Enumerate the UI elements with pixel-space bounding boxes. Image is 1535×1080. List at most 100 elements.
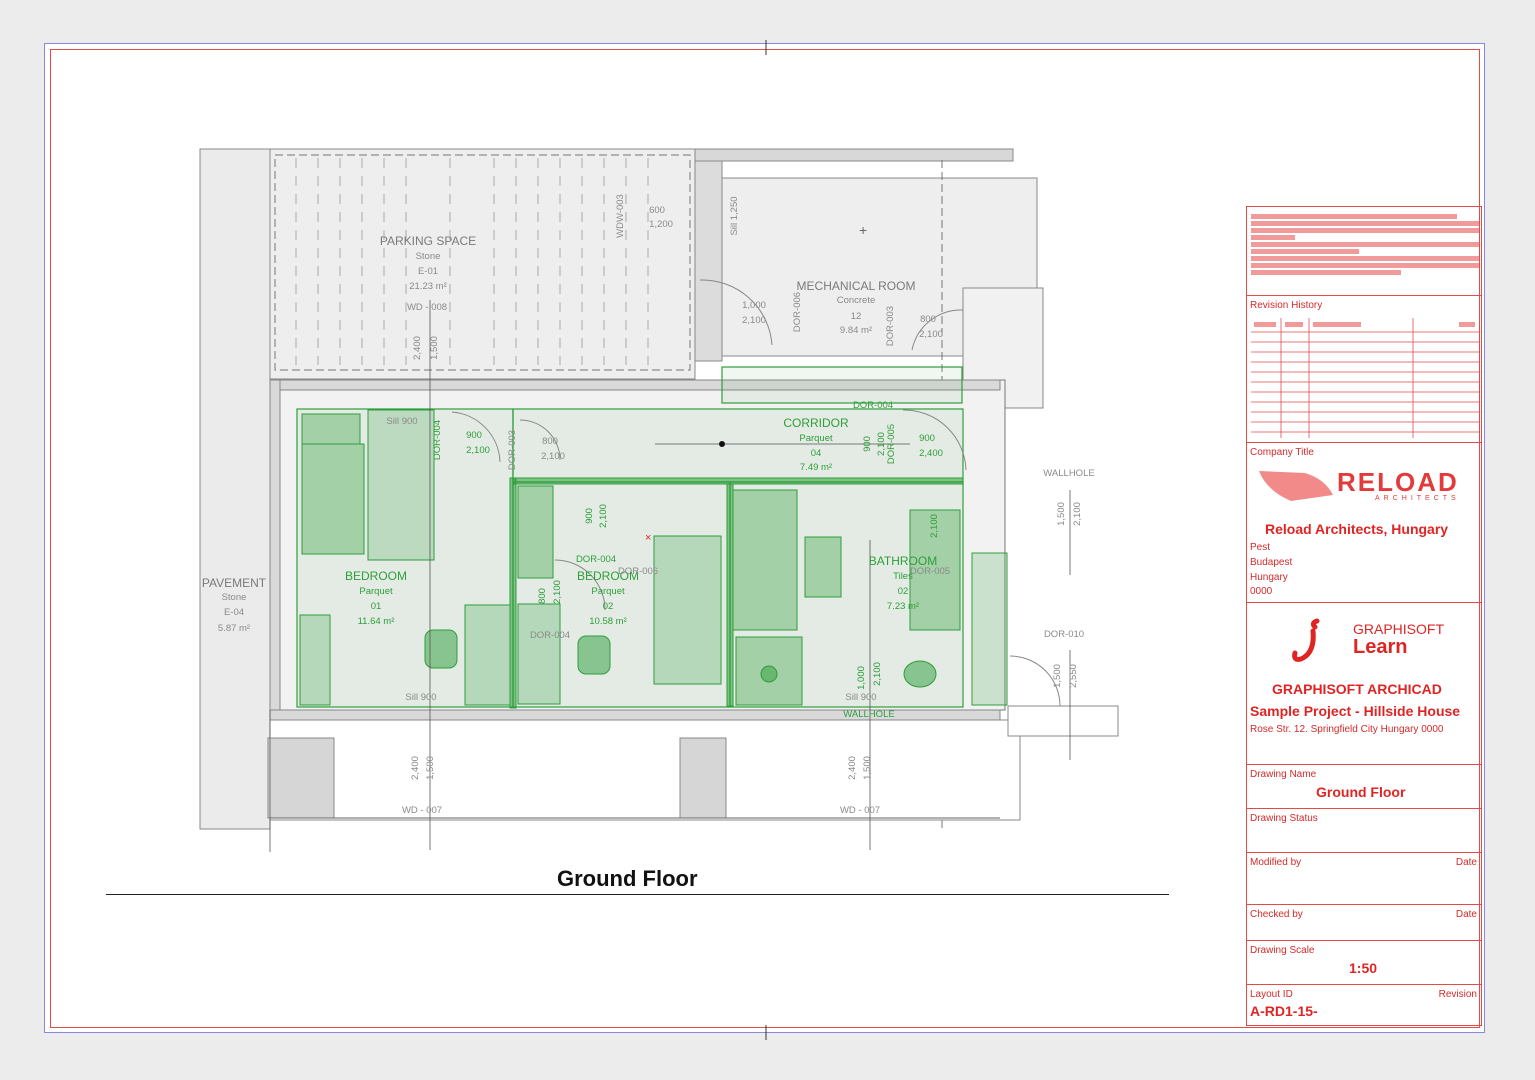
dim-1500-wallhole: 1,500 — [1056, 502, 1067, 526]
tag-sill1250: Sill 1,250 — [729, 196, 740, 235]
room-name-bedroom-01: BEDROOM — [345, 569, 407, 583]
company-title-label: Company Title — [1250, 447, 1314, 458]
dim-900-bedroom-02: 900 — [584, 508, 595, 524]
title-block: Revision History Company Title RELOAD AR… — [1246, 206, 1482, 1026]
tag-dor004-lower: DOR-004 — [530, 630, 570, 641]
tag-sill900-bathroom: Sill 900 — [845, 692, 876, 703]
checked-date-label: Date — [1455, 909, 1477, 920]
dim-900-corridor: 900 — [919, 433, 935, 444]
reload-logo-subtext: ARCHITECTS — [1375, 495, 1460, 502]
modified-by-label: Modified by — [1250, 857, 1302, 868]
layout-id-section: Layout ID Revision A-RD1-15- — [1247, 985, 1481, 1025]
tag-wallhole-right: WALLHOLE — [1043, 468, 1094, 479]
company-name: Reload Architects, Hungary — [1265, 521, 1449, 537]
graphisoft-logo-line2: Learn — [1353, 636, 1408, 658]
room-area-pavement: 5.87 m² — [218, 623, 250, 634]
reload-logo-icon — [1259, 471, 1333, 501]
room-area-bedroom-01: 11.64 m² — [358, 616, 395, 627]
room-material-pavement: Stone — [222, 592, 247, 603]
tag-wd007-right: WD - 007 — [840, 805, 880, 816]
drawing-scale-value: 1:50 — [1349, 960, 1378, 976]
room-material-corridor: Parquet — [799, 433, 833, 444]
svg-text:+: + — [859, 222, 867, 238]
address-line-1: Pest — [1250, 542, 1271, 553]
tag-wd008: WD - 008 — [407, 302, 447, 313]
room-name-mechanical: MECHANICAL ROOM — [797, 279, 916, 293]
dim-1500-terrace-left: 1,500 — [425, 756, 436, 780]
dim-1200: 1,200 — [649, 219, 673, 230]
drawing-scale-section: Drawing Scale 1:50 — [1247, 941, 1481, 985]
dim-2400-corridor: 2,400 — [919, 448, 943, 459]
room-code-parking: E-01 — [418, 266, 438, 277]
company-section: Company Title RELOAD ARCHITECTS Reload A… — [1247, 443, 1481, 603]
room-area-mechanical: 9.84 m² — [840, 325, 872, 336]
dim-2100-mech-b: 2,100 — [919, 329, 943, 340]
drawing-name-section: Drawing Name Ground Floor — [1247, 765, 1481, 809]
room-material-bedroom-01: Parquet — [359, 586, 393, 597]
drawing-status-label: Drawing Status — [1250, 813, 1318, 824]
dim-2400-terrace-right: 2,400 — [847, 756, 858, 780]
tag-dor010: DOR-010 — [1044, 629, 1084, 640]
modified-date-label: Date — [1455, 857, 1477, 868]
reload-logo-text: RELOAD — [1337, 467, 1459, 497]
tag-wallhole-bottom: WALLHOLE — [843, 709, 894, 720]
title-block-header — [1247, 207, 1481, 296]
checked-by-label: Checked by — [1250, 909, 1303, 920]
revision-table — [1251, 318, 1479, 438]
drawing-scale-label: Drawing Scale — [1250, 945, 1315, 956]
dim-2400-terrace-left: 2,400 — [410, 756, 421, 780]
graphisoft-learn-logo-icon — [1292, 618, 1320, 662]
revision-history-section: Revision History — [1247, 296, 1481, 443]
dim-2100-bedroom-02-b: 2,100 — [552, 580, 563, 604]
project-address: Rose Str. 12. Springfield City Hungary 0… — [1250, 724, 1444, 735]
tag-dor004-bedroom-01: DOR-004 — [432, 420, 443, 460]
dim-2100-wallhole: 2,100 — [1072, 502, 1083, 526]
dim-600: 600 — [649, 205, 665, 216]
dim-900-bedroom: 900 — [466, 430, 482, 441]
drawing-caption: Ground Floor — [557, 866, 698, 891]
project-section: GRAPHISOFT Learn GRAPHISOFT ARCHICAD Sam… — [1247, 603, 1481, 765]
room-code-pavement: E-04 — [224, 607, 244, 618]
tag-dor006-mech: DOR-006 — [792, 292, 803, 332]
tag-wd007-left: WD - 007 — [402, 805, 442, 816]
dim-1500-parking: 1,500 — [429, 336, 440, 360]
room-area-parking: 21.23 m² — [409, 281, 447, 292]
layout-id-value: A-RD1-15- — [1250, 1003, 1318, 1019]
dim-2100-mech: 2,100 — [742, 315, 766, 326]
revision-history-label: Revision History — [1250, 300, 1323, 311]
dim-2100-bathroom: 2,100 — [929, 514, 940, 538]
dim-1000-wallhole: 1,000 — [856, 666, 867, 690]
dim-1500-terrace-right: 1,500 — [862, 756, 873, 780]
dim-900-corridor-v: 900 — [862, 436, 873, 452]
dim-800-mech: 800 — [920, 314, 936, 325]
room-material-parking: Stone — [416, 251, 441, 262]
address-line-2: Budapest — [1250, 557, 1293, 568]
tag-dor003-mech: DOR-003 — [885, 306, 896, 346]
room-area-bathroom: 7.23 m² — [887, 601, 919, 612]
room-name-corridor: CORRIDOR — [783, 416, 849, 430]
dim-2100-bedroom-02: 2,100 — [598, 504, 609, 528]
tag-dor003-corridor: DOR-003 — [507, 430, 518, 470]
corridor-storage-zone — [721, 366, 963, 404]
tag-sill900-bedroom: Sill 900 — [405, 692, 436, 703]
dim-2100-corridor: 2,100 — [541, 451, 565, 462]
svg-text:×: × — [645, 532, 651, 544]
project-name: Sample Project - Hillside House — [1250, 703, 1461, 719]
room-area-bedroom-02: 10.58 m² — [589, 616, 627, 627]
drawing-status-section: Drawing Status — [1247, 809, 1481, 853]
dim-1000: 1,000 — [742, 300, 766, 311]
pavement-area — [199, 148, 271, 830]
room-name-pavement: PAVEMENT — [202, 576, 267, 590]
tag-dor005-bathroom: DOR-005 — [910, 566, 950, 577]
drawing-name-label: Drawing Name — [1250, 769, 1317, 780]
address-line-4: 0000 — [1250, 586, 1273, 597]
room-code-bedroom-02: 02 — [603, 601, 614, 612]
room-code-bathroom: 02 — [898, 586, 909, 597]
dim-2100-wallhole-b: 2,100 — [872, 662, 883, 686]
product-name: GRAPHISOFT ARCHICAD — [1272, 681, 1442, 697]
checked-by-section: Checked by Date — [1247, 905, 1481, 941]
room-material-mechanical: Concrete — [837, 295, 876, 306]
room-name-parking: PARKING SPACE — [380, 234, 476, 248]
room-code-corridor: 04 — [811, 448, 822, 459]
revision-label: Revision — [1438, 989, 1477, 1000]
